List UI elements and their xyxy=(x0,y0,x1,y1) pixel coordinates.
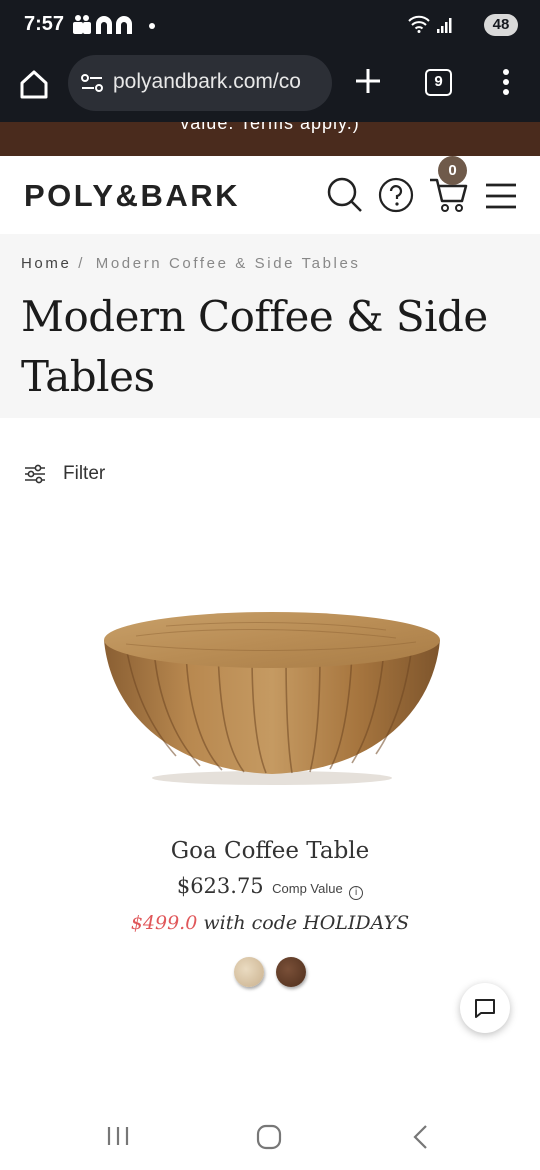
breadcrumb: Home / Modern Coffee & Side Tables xyxy=(21,255,361,272)
promo-price-row: $499.0 with code HOLIDAYS xyxy=(0,912,540,934)
browser-toolbar: polyandbark.com/co 9 xyxy=(0,50,540,122)
color-swatch-dark[interactable] xyxy=(276,957,306,987)
status-time: 7:57 xyxy=(24,13,65,35)
sale-price: $499.0 xyxy=(130,912,198,934)
system-nav-bar xyxy=(0,1102,540,1170)
price-row: $623.75 Comp Value i xyxy=(0,874,540,900)
cart-count-badge: 0 xyxy=(438,156,467,185)
sliders-icon xyxy=(25,464,45,484)
url-text[interactable]: polyandbark.com/co xyxy=(113,70,323,94)
site-header: POLY&BARK 0 xyxy=(0,156,540,234)
product-price: $623.75 xyxy=(176,874,264,898)
recents-icon[interactable] xyxy=(105,1124,131,1148)
hamburger-menu-icon[interactable] xyxy=(484,182,518,210)
wifi-icon xyxy=(408,15,430,33)
breadcrumb-home[interactable]: Home xyxy=(21,255,71,272)
notification-icons xyxy=(73,15,155,34)
page-title: Modern Coffee & Side Tables xyxy=(21,292,488,401)
home-icon[interactable] xyxy=(14,64,54,104)
search-icon[interactable] xyxy=(326,176,364,214)
promo-code-text: with code HOLIDAYS xyxy=(203,912,410,934)
status-bar: 7:57 48 xyxy=(0,0,540,50)
filter-button[interactable]: Filter xyxy=(24,458,134,490)
battery-indicator: 48 xyxy=(484,14,518,36)
help-icon[interactable] xyxy=(378,177,414,213)
more-vert-icon[interactable] xyxy=(492,63,520,103)
chat-bubble-icon xyxy=(475,999,495,1018)
signal-icon xyxy=(437,18,452,33)
info-icon[interactable]: i xyxy=(349,886,364,900)
logo[interactable]: POLY&BARK xyxy=(24,178,240,214)
promo-banner[interactable]: value. Terms apply.) xyxy=(0,122,540,156)
back-icon[interactable] xyxy=(408,1123,432,1151)
system-icons: 48 xyxy=(408,12,518,38)
home-circle-icon[interactable] xyxy=(255,1123,283,1151)
title-region: Home / Modern Coffee & Side Tables Moder… xyxy=(0,234,540,418)
url-bar[interactable]: polyandbark.com/co xyxy=(68,55,332,111)
color-swatch-light[interactable] xyxy=(234,957,264,987)
product-name[interactable]: Goa Coffee Table xyxy=(0,838,540,864)
breadcrumb-current: Modern Coffee & Side Tables xyxy=(95,255,361,272)
filter-label: Filter xyxy=(63,463,106,484)
breadcrumb-separator: / xyxy=(78,255,85,272)
site-settings-icon[interactable] xyxy=(80,72,104,94)
comp-value-label: Comp Value xyxy=(272,881,343,896)
chat-button[interactable] xyxy=(460,983,510,1033)
promo-text: value. Terms apply.) xyxy=(180,122,360,133)
plus-icon[interactable] xyxy=(350,63,386,99)
product-image[interactable] xyxy=(96,598,448,788)
tabs-button[interactable]: 9 xyxy=(425,69,452,96)
